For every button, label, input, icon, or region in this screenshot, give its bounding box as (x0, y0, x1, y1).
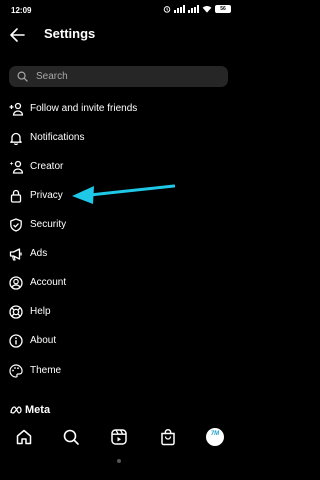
reels-icon (111, 429, 127, 445)
back-arrow-icon (10, 28, 25, 42)
bottom-nav: 7M (0, 420, 239, 458)
menu-item-creator[interactable]: Creator (0, 153, 239, 181)
menu-label-ads: Ads (30, 248, 48, 259)
menu-label-about: About (30, 335, 57, 346)
menu-item-ads[interactable]: Ads (0, 240, 239, 268)
menu-item-about[interactable]: About (0, 327, 239, 355)
page-title: Settings (44, 26, 96, 41)
menu-label-privacy: Privacy (30, 190, 63, 201)
signal-icon (174, 5, 185, 13)
status-icons: 56 (163, 5, 231, 13)
menu-item-help[interactable]: Help (0, 298, 239, 326)
nav-search-button[interactable] (62, 428, 80, 446)
creator-person-icon (9, 160, 23, 174)
search-input[interactable] (36, 66, 216, 87)
search-bar[interactable] (9, 66, 228, 87)
nav-profile-button[interactable]: 7M (206, 428, 224, 446)
nav-shop-button[interactable] (159, 428, 177, 446)
menu-label-security: Security (30, 219, 67, 230)
menu-item-account[interactable]: Account (0, 269, 239, 297)
bell-icon (10, 132, 22, 145)
add-person-icon (9, 102, 23, 116)
meta-logo: Meta (9, 403, 50, 417)
palette-icon (9, 364, 23, 378)
wifi-icon (202, 6, 212, 13)
lifebuoy-icon (9, 305, 23, 319)
alarm-icon (163, 6, 171, 13)
menu-label-follow: Follow and invite friends (30, 103, 138, 114)
avatar-text: 7M (210, 431, 220, 437)
home-indicator (117, 459, 121, 463)
nav-reels-button[interactable] (110, 428, 128, 446)
menu-label-theme: Theme (30, 365, 62, 376)
info-icon (9, 334, 23, 348)
lock-icon (10, 189, 22, 203)
menu-label-help: Help (30, 306, 51, 317)
menu-item-security[interactable]: Security (0, 211, 239, 239)
menu-item-notifications[interactable]: Notifications (0, 124, 239, 152)
megaphone-icon (9, 248, 22, 261)
search-icon (63, 429, 79, 445)
annotation-arrow (72, 184, 175, 204)
search-icon (17, 71, 28, 82)
account-circle-icon (9, 276, 23, 290)
back-button[interactable] (9, 27, 25, 43)
system-home-bar (0, 458, 239, 480)
shop-bag-icon (161, 429, 175, 446)
nav-home-button[interactable] (15, 428, 33, 446)
battery-icon: 56 (215, 5, 231, 13)
menu-label-account: Account (30, 277, 67, 288)
status-bar: 12:09 56 (0, 0, 239, 22)
avatar: 7M (206, 428, 224, 446)
meta-logo-text: Meta (25, 404, 51, 416)
meta-infinity-icon (10, 406, 22, 414)
signal-icon-2 (188, 5, 199, 13)
menu-label-creator: Creator (30, 161, 64, 172)
menu-label-notifications: Notifications (30, 132, 85, 143)
shield-check-icon (10, 218, 22, 232)
menu-item-theme[interactable]: Theme (0, 357, 239, 385)
home-icon (16, 429, 32, 445)
menu-item-follow[interactable]: Follow and invite friends (0, 95, 239, 123)
header: Settings (0, 22, 239, 48)
status-time: 12:09 (11, 6, 32, 15)
